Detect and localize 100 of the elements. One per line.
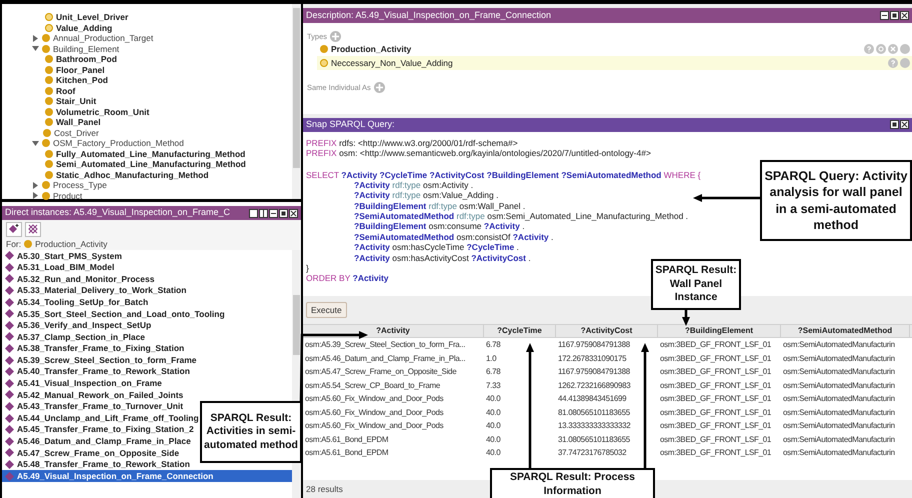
delete-individual-button[interactable]	[25, 222, 41, 236]
class-label: Production_Activity	[35, 238, 108, 250]
class-label[interactable]: Product	[53, 192, 82, 200]
table-cell-text: 31.080565101183655	[557, 434, 631, 446]
individual-item[interactable]: A5.35_Sort_Steel_Section_and_Load_onto_Tooling	[2, 308, 292, 320]
view-control-icon[interactable]	[900, 120, 909, 130]
callout-tooltip: SPARQL Result: Wall Panel Instance	[651, 259, 741, 310]
class-label[interactable]: OSM_Factory_Production_Method	[53, 139, 184, 148]
class-label[interactable]: Roof	[56, 86, 76, 95]
table-cell-text: osm:SemiAutomatedManufacturin	[782, 339, 896, 352]
table-cell-text: 1167.9759084791388	[557, 339, 631, 352]
column-header[interactable]: ?CycleTime	[484, 325, 556, 338]
result-count: 28 results	[306, 482, 343, 496]
table-cell-text: osm:3BED_GF_FRONT_LSF_01	[659, 366, 772, 378]
table-cell-text: 6.78	[485, 339, 502, 352]
table-cell-text: osm:A5.61_Bond_EPDM	[304, 447, 390, 460]
class-label[interactable]: Semi_Automated_Line_Manufacturing_Method	[56, 160, 246, 168]
class-label[interactable]: Cost_Driver	[54, 128, 99, 137]
query-line: PREFIX rdfs: <http://www.w3.org/2000/01/rdf-schema#>	[306, 138, 518, 148]
class-label[interactable]: Bathroom_Pod	[56, 55, 117, 64]
table-cell-text: osm:A5.60_Fix_Window_and_Door_Pods	[304, 406, 444, 419]
table-cell-text: osm:A5.60_Fix_Window_and_Door_Pods	[304, 393, 444, 406]
class-label[interactable]: Process_Type	[53, 181, 107, 190]
view-control-icon[interactable]	[279, 208, 288, 218]
query-line: ?Activity rdf:type osm:Value_Adding .	[354, 190, 498, 201]
individual-item[interactable]: A5.41_Visual_Inspection_on_Frame	[2, 378, 292, 390]
expanded-arrow-icon[interactable]	[32, 140, 39, 147]
table-cell-text: osm:SemiAutomatedManufacturin	[782, 380, 896, 392]
view-control-icon[interactable]	[259, 208, 268, 218]
class-label[interactable]: Annual_Production_Target	[53, 34, 154, 42]
individual-item[interactable]: A5.36_Verify_and_Inspect_SetUp	[2, 320, 292, 332]
arrow	[693, 194, 760, 202]
query-line: ?SemiAutomatedMethod rdf:type osm:Semi_Automated_Line_Manufacturing_Method .	[354, 211, 688, 222]
query-line: ?Activity osm:hasActivityCost ?ActivityCost .	[354, 252, 531, 264]
table-cell-text: 13.333333333333332	[557, 420, 632, 432]
table-cell-text: osm:SemiAutomatedManufacturin	[782, 393, 896, 406]
table-cell-text: 40.0	[485, 447, 502, 460]
class-label[interactable]: Floor_Panel	[56, 66, 105, 74]
table-cell-text: 40.0	[485, 434, 502, 446]
table-cell-text: osm:3BED_GF_FRONT_LSF_01	[659, 352, 772, 365]
table-cell-text: osm:SemiAutomatedManufacturin	[782, 366, 896, 378]
class-label[interactable]: Kitchen_Pod	[56, 76, 108, 84]
individual-item[interactable]: A5.49_Visual_Inspection_on_Frame_Connection	[2, 470, 292, 482]
column-header[interactable]: ?SemiAutomatedMethod	[781, 325, 910, 338]
class-label[interactable]: Fully_Automated_Line_Manufacturing_Method	[56, 150, 246, 158]
class-label[interactable]: Value_Adding	[56, 24, 112, 32]
table-cell-text: 1167.9759084791388	[557, 366, 631, 378]
callout-tooltip: SPARQL Result: Activities in semi-automated method	[200, 401, 302, 463]
class-label[interactable]: Building_Element	[53, 44, 120, 53]
execute-button[interactable]: Execute	[306, 302, 347, 318]
query-line: ORDER BY ?Activity	[306, 273, 389, 284]
table-cell-text: 81.080565101183655	[557, 406, 631, 419]
table-cell-text: 40.0	[485, 406, 502, 419]
individual-item[interactable]: A5.37_Clamp_Section_in_Place	[2, 331, 292, 343]
view-control-icon[interactable]	[269, 208, 278, 218]
class-icon	[320, 45, 328, 54]
individual-item[interactable]: A5.31_Load_BIM_Model	[2, 262, 292, 274]
table-cell-text: osm:A5.47_Screw_Frame_on_Opposite_Side	[304, 366, 458, 378]
individual-item[interactable]: A5.38_Transfer_Frame_to_Fixing_Station	[2, 342, 292, 354]
table-cell-text: osm:3BED_GF_FRONT_LSF_01	[659, 434, 772, 446]
table-cell-text: osm:A5.61_Bond_EPDM	[304, 434, 390, 446]
class-label[interactable]: Volumetric_Room_Unit	[56, 108, 150, 116]
view-control-icon[interactable]	[249, 208, 258, 218]
scroll-bar[interactable]	[292, 4, 301, 199]
class-label[interactable]: Static_Adhoc_Manufacturing_Method	[56, 170, 209, 179]
collapsed-arrow-icon[interactable]	[32, 192, 39, 200]
class-label[interactable]: Wall_Panel	[56, 118, 101, 126]
view-control-icon[interactable]	[289, 208, 298, 218]
individual-item[interactable]: A5.39_Screw_Steel_Section_to_form_Frame	[2, 354, 292, 366]
table-cell-text: osm:3BED_GF_FRONT_LSF_01	[659, 339, 772, 352]
table-cell-text: osm:SemiAutomatedManufacturin	[782, 447, 896, 460]
individual-item[interactable]: A5.30_Start_PMS_System	[2, 250, 292, 262]
table-cell-text: 37.74723176785032	[557, 447, 628, 460]
individual-item[interactable]: A5.34_Tooling_SetUp_for_Batch	[2, 296, 292, 308]
individual-item[interactable]: A5.32_Run_and_Monitor_Process	[2, 273, 292, 285]
add-individual-button[interactable]	[6, 222, 22, 236]
view-control-icon[interactable]	[900, 10, 909, 20]
individual-item[interactable]: A5.42_Manual_Rework_on_Failed_Joints	[2, 389, 292, 401]
individual-item[interactable]: A5.40_Transfer_Frame_to_Rework_Station	[2, 366, 292, 378]
callout-tooltip: SPARQL Result: Process Information	[490, 468, 655, 498]
table-cell-text: osm:A5.39_Screw_Steel_Section_to_form_Fra...	[304, 339, 466, 352]
panel-title: Description: A5.49_Visual_Inspection_on_Frame_Connection	[306, 8, 551, 22]
query-line: SELECT ?Activity ?CycleTime ?ActivityCost ?BuildingElement ?SemiAutomatedMethod WHERE {	[306, 170, 701, 180]
table-cell-text: 7.33	[485, 380, 502, 392]
view-control-icon[interactable]	[890, 120, 899, 130]
table-cell-text: osm:A5.60_Fix_Window_and_Door_Pods	[304, 420, 444, 432]
individual-item[interactable]: A5.33_Material_Delivery_to_Work_Station	[2, 284, 292, 296]
expanded-arrow-icon[interactable]	[32, 45, 39, 52]
view-control-icon[interactable]	[890, 10, 899, 20]
query-line: }	[306, 263, 309, 274]
panel-title: Direct instances: A5.49_Visual_Inspection_on_Frame_C	[5, 206, 230, 220]
class-label[interactable]: Stair_Unit	[56, 97, 96, 106]
table-cell-text: 1262.7232166890983	[557, 380, 632, 392]
query-line: ?Activity rdf:type osm:Activity .	[354, 180, 474, 190]
table-cell-text: 44.41389843451699	[557, 393, 628, 406]
query-line: PREFIX osm: <http://www.semanticweb.org/kayinla/ontologies/2020/7/untitled-ontology-4#>	[306, 148, 651, 159]
query-line: ?SemiAutomatedMethod osm:consistOf ?Activity .	[354, 232, 554, 242]
column-header[interactable]: ?ActivityCost	[556, 325, 658, 338]
class-label[interactable]: Unit_Level_Driver	[56, 13, 128, 22]
view-control-icon[interactable]	[880, 10, 889, 20]
